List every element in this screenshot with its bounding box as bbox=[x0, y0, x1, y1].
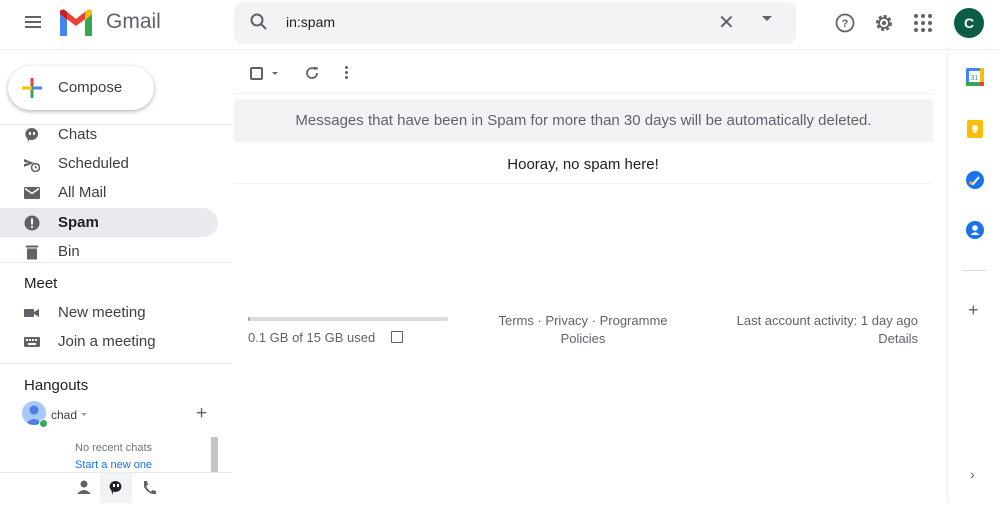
hangouts-bottom-tabs bbox=[0, 472, 232, 503]
sidebar-item-label: Chats bbox=[58, 126, 98, 143]
calendar-icon[interactable]: 31 bbox=[966, 68, 984, 86]
footer-links: Terms · Privacy · Programme Policies bbox=[488, 312, 678, 348]
divider bbox=[233, 183, 933, 184]
online-status-dot bbox=[39, 419, 48, 428]
spam-notice-banner: Messages that have been in Spam for more… bbox=[234, 99, 933, 142]
svg-text:?: ? bbox=[842, 18, 849, 30]
chevron-down-icon[interactable] bbox=[81, 413, 87, 416]
sidebar-item-label: Spam bbox=[58, 214, 99, 231]
side-panel: 31 + › bbox=[947, 50, 1000, 502]
start-new-chat-link[interactable]: Start a new one bbox=[75, 459, 152, 471]
get-add-ons-plus-icon[interactable]: + bbox=[968, 300, 979, 321]
search-input[interactable]: in:spam bbox=[286, 14, 335, 30]
sidebar-item-chats[interactable]: Chats bbox=[0, 120, 218, 149]
sidebar-item-join-meeting[interactable]: Join a meeting bbox=[0, 327, 218, 356]
programme-policies-link[interactable]: Policies bbox=[561, 331, 606, 346]
empty-state-message: Hooray, no spam here! bbox=[507, 156, 659, 173]
compose-plus-icon bbox=[22, 78, 42, 98]
hangouts-user-name[interactable]: chad bbox=[51, 408, 77, 422]
account-activity: Last account activity: 1 day ago Details bbox=[700, 312, 918, 348]
keep-icon[interactable] bbox=[966, 120, 984, 138]
no-recent-chats-text: No recent chats bbox=[75, 442, 153, 454]
sidebar-item-label: New meeting bbox=[58, 304, 146, 321]
account-avatar[interactable]: C bbox=[954, 8, 984, 38]
new-conversation-plus-icon[interactable]: + bbox=[196, 403, 207, 425]
main-menu-button[interactable] bbox=[22, 13, 44, 35]
conversations-tab[interactable] bbox=[100, 473, 132, 503]
gmail-logo-icon[interactable] bbox=[58, 8, 94, 38]
phone-icon bbox=[144, 481, 156, 495]
show-side-panel-chevron-icon[interactable]: › bbox=[970, 466, 975, 482]
mail-icon bbox=[24, 187, 40, 199]
spam-notice-text: Messages that have been in Spam for more… bbox=[295, 112, 872, 129]
last-activity-text: Last account activity: 1 day ago bbox=[736, 313, 918, 328]
sidebar-item-new-meeting[interactable]: New meeting bbox=[0, 298, 218, 327]
scheduled-icon bbox=[24, 159, 40, 172]
compose-button[interactable]: Compose bbox=[8, 66, 154, 110]
sidebar-item-label: Bin bbox=[58, 243, 80, 260]
clear-search-icon[interactable]: ✕ bbox=[718, 10, 735, 35]
compose-label: Compose bbox=[58, 79, 123, 96]
video-icon bbox=[24, 309, 39, 317]
storage-usage-text: 0.1 GB of 15 GB used bbox=[248, 330, 376, 345]
sidebar-item-all-mail[interactable]: All Mail bbox=[0, 178, 218, 207]
tasks-icon[interactable] bbox=[966, 171, 984, 189]
svg-text:31: 31 bbox=[971, 75, 979, 82]
divider bbox=[233, 93, 933, 94]
meet-heading: Meet bbox=[24, 275, 58, 292]
settings-gear-icon[interactable] bbox=[873, 12, 895, 34]
contacts-icon[interactable] bbox=[966, 221, 984, 239]
spam-icon bbox=[24, 215, 40, 231]
divider bbox=[962, 270, 986, 271]
top-bar: Gmail in:spam ✕ ? C bbox=[0, 0, 1000, 50]
sidebar-item-spam[interactable]: Spam bbox=[0, 208, 218, 237]
chat-icon bbox=[25, 127, 39, 143]
search-icon[interactable] bbox=[249, 12, 269, 32]
trash-icon bbox=[26, 245, 38, 260]
keyboard-icon bbox=[24, 337, 40, 347]
help-icon[interactable]: ? bbox=[834, 12, 856, 34]
contacts-tab[interactable] bbox=[68, 473, 100, 503]
divider bbox=[0, 262, 232, 263]
more-options-icon[interactable] bbox=[345, 66, 349, 81]
sidebar-item-label: Scheduled bbox=[58, 155, 129, 172]
hangouts-scrollbar[interactable] bbox=[211, 437, 218, 472]
hangouts-heading: Hangouts bbox=[24, 377, 89, 394]
external-link-icon[interactable] bbox=[391, 331, 403, 343]
sidebar-item-label: Join a meeting bbox=[58, 333, 156, 350]
refresh-icon[interactable] bbox=[304, 65, 320, 81]
details-link[interactable]: Details bbox=[878, 331, 918, 346]
person-icon bbox=[77, 480, 91, 494]
sidebar-item-scheduled[interactable]: Scheduled bbox=[0, 149, 218, 178]
select-options-chevron-icon[interactable] bbox=[272, 72, 278, 75]
divider bbox=[0, 363, 232, 364]
terms-privacy-link[interactable]: Terms · Privacy · Programme bbox=[498, 313, 667, 328]
phone-tab[interactable] bbox=[134, 473, 166, 503]
search-options-icon[interactable] bbox=[762, 16, 772, 21]
sidebar-item-label: All Mail bbox=[58, 184, 107, 201]
search-bar[interactable]: in:spam ✕ bbox=[234, 2, 796, 44]
app-name: Gmail bbox=[106, 10, 161, 33]
storage-progress-fill bbox=[248, 317, 250, 321]
storage-progress-bar bbox=[248, 317, 448, 321]
google-apps-icon[interactable] bbox=[914, 14, 932, 32]
chat-icon bbox=[109, 480, 122, 495]
select-all-checkbox[interactable] bbox=[250, 67, 263, 80]
